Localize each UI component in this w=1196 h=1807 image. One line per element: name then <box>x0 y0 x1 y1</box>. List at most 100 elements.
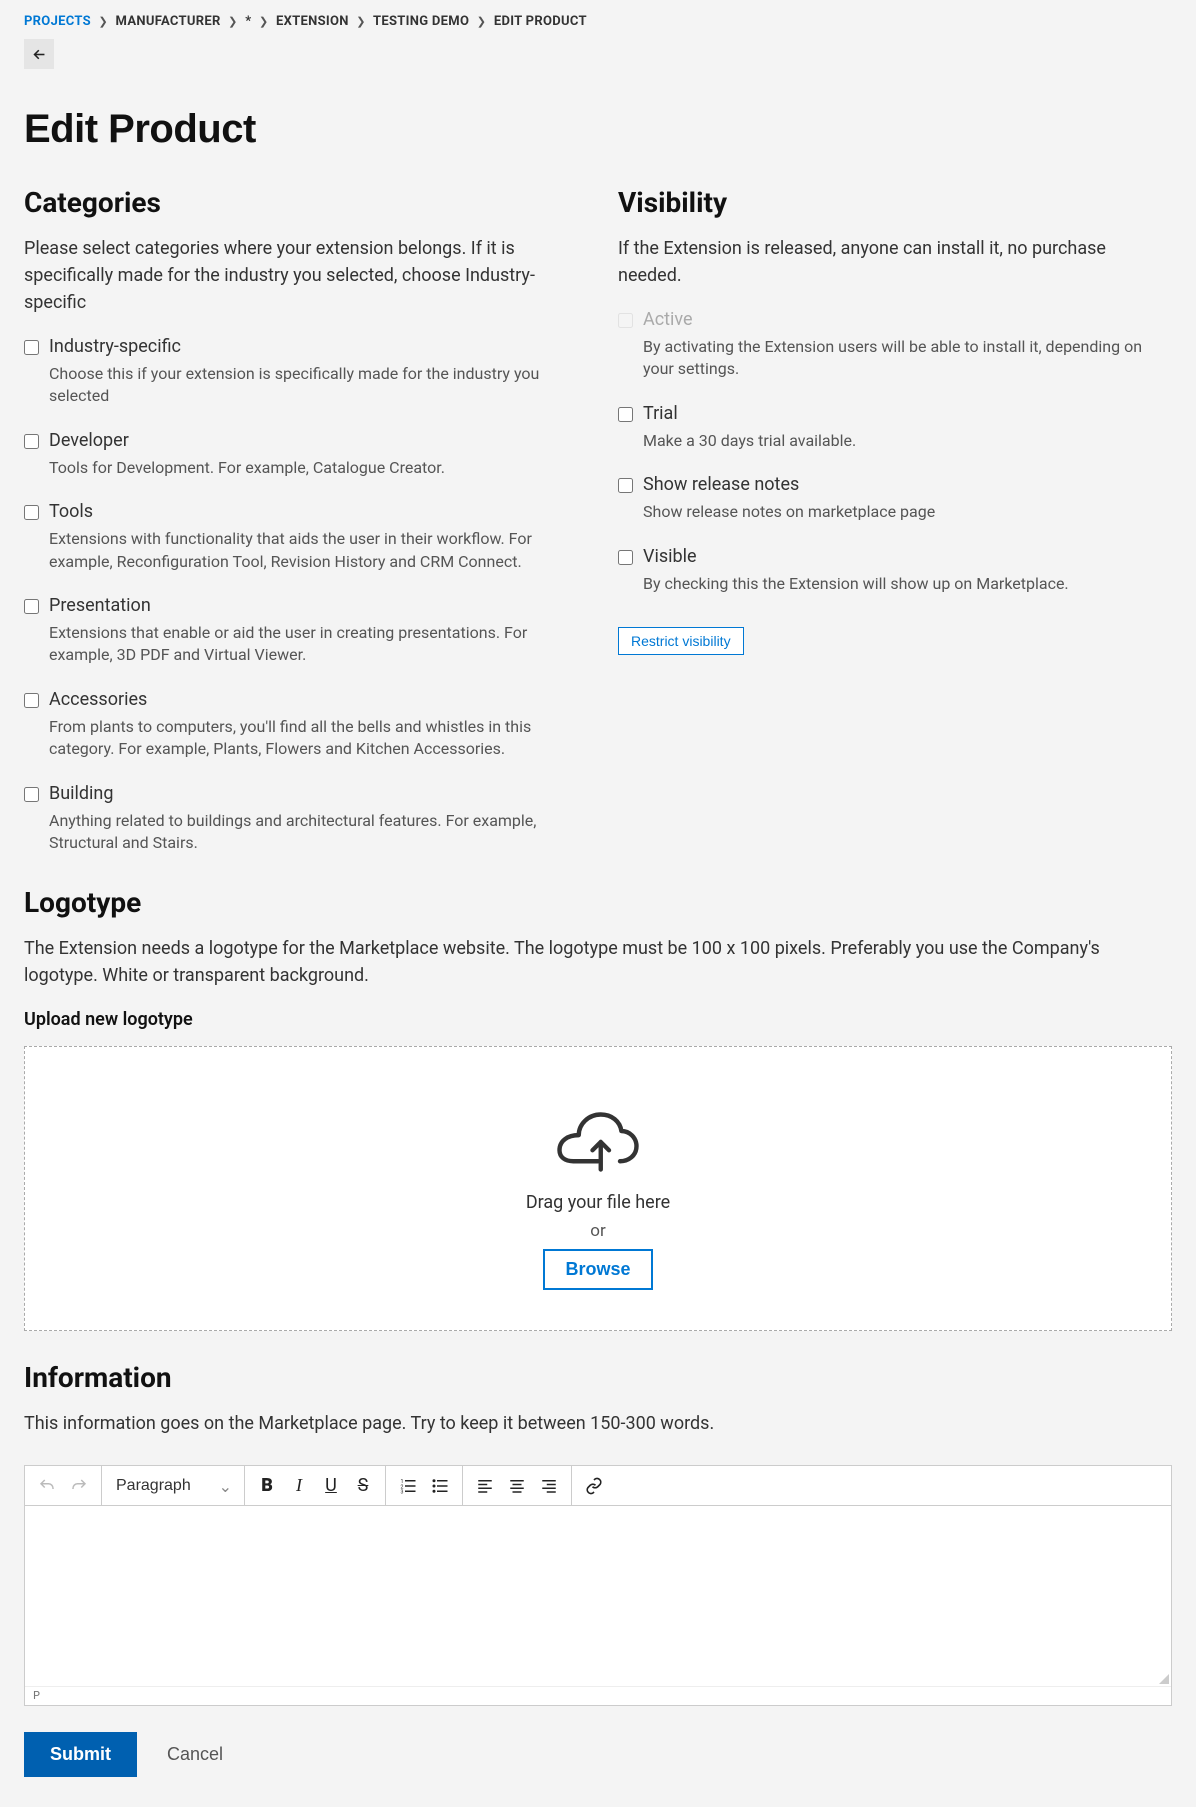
category-label: Accessories <box>49 689 578 710</box>
category-checkbox[interactable] <box>24 434 39 449</box>
visibility-item: Trial Make a 30 days trial available. <box>618 403 1172 452</box>
undo-icon <box>38 1477 56 1495</box>
category-label: Industry-specific <box>49 336 578 357</box>
categories-desc: Please select categories where your exte… <box>24 235 578 316</box>
dropzone-or: or <box>25 1221 1171 1241</box>
align-left-button[interactable] <box>469 1470 501 1502</box>
arrow-left-icon <box>31 46 48 63</box>
category-sub: Tools for Development. For example, Cata… <box>49 457 445 479</box>
rich-text-editor: Paragraph B I U S 123 <box>24 1465 1172 1706</box>
category-item: Presentation Extensions that enable or ai… <box>24 595 578 667</box>
strikethrough-button[interactable]: S <box>347 1470 379 1502</box>
visibility-label: Show release notes <box>643 474 935 495</box>
link-button[interactable] <box>578 1470 610 1502</box>
chevron-right-icon: ❯ <box>477 15 487 28</box>
undo-button[interactable] <box>31 1470 63 1502</box>
italic-button[interactable]: I <box>283 1470 315 1502</box>
restrict-visibility-button[interactable]: Restrict visibility <box>618 627 744 655</box>
category-checkbox[interactable] <box>24 693 39 708</box>
category-sub: Anything related to buildings and archit… <box>49 810 578 855</box>
breadcrumb: PROJECTS ❯ MANUFACTURER ❯ * ❯ EXTENSION … <box>24 14 1172 29</box>
cancel-button[interactable]: Cancel <box>167 1744 223 1765</box>
category-item: Accessories From plants to computers, you… <box>24 689 578 761</box>
format-select-wrap[interactable]: Paragraph <box>108 1473 238 1498</box>
redo-button[interactable] <box>63 1470 95 1502</box>
visibility-item: Active By activating the Extension users … <box>618 309 1172 381</box>
information-desc: This information goes on the Marketplace… <box>24 1410 1172 1437</box>
category-label: Tools <box>49 501 578 522</box>
category-label: Building <box>49 783 578 804</box>
breadcrumb-projects[interactable]: PROJECTS <box>24 14 91 29</box>
editor-status-path: P <box>25 1686 1171 1705</box>
category-sub: Extensions that enable or aid the user i… <box>49 622 578 667</box>
category-item: Tools Extensions with functionality that … <box>24 501 578 573</box>
align-center-button[interactable] <box>501 1470 533 1502</box>
link-icon <box>585 1477 603 1495</box>
breadcrumb-testing-demo[interactable]: TESTING DEMO <box>373 14 469 29</box>
underline-button[interactable]: U <box>315 1470 347 1502</box>
upload-logotype-title: Upload new logotype <box>24 1009 1172 1030</box>
chevron-right-icon: ❯ <box>259 15 269 28</box>
logotype-desc: The Extension needs a logotype for the M… <box>24 935 1172 989</box>
visibility-title: Visibility <box>618 186 1172 219</box>
format-select[interactable]: Paragraph <box>108 1473 218 1498</box>
category-checkbox[interactable] <box>24 787 39 802</box>
back-button[interactable] <box>24 39 54 69</box>
visibility-checkbox[interactable] <box>618 407 633 422</box>
align-right-icon <box>540 1477 558 1495</box>
category-sub: From plants to computers, you'll find al… <box>49 716 578 761</box>
visibility-checkbox <box>618 313 633 328</box>
ordered-list-button[interactable]: 123 <box>392 1470 424 1502</box>
dropzone-text: Drag your file here <box>25 1192 1171 1213</box>
visibility-desc: If the Extension is released, anyone can… <box>618 235 1172 289</box>
breadcrumb-star[interactable]: * <box>245 14 251 29</box>
visibility-checkbox[interactable] <box>618 550 633 565</box>
category-item: Industry-specific Choose this if your ext… <box>24 336 578 408</box>
unordered-list-icon <box>431 1477 449 1495</box>
browse-button[interactable]: Browse <box>543 1249 652 1290</box>
resize-handle[interactable] <box>1157 1672 1169 1684</box>
svg-text:3: 3 <box>401 1489 404 1495</box>
align-center-icon <box>508 1477 526 1495</box>
chevron-right-icon: ❯ <box>356 15 366 28</box>
category-sub: Choose this if your extension is specifi… <box>49 363 578 408</box>
logotype-dropzone[interactable]: Drag your file here or Browse <box>24 1046 1172 1331</box>
visibility-label: Active <box>643 309 1172 330</box>
editor-body[interactable] <box>25 1506 1171 1686</box>
breadcrumb-manufacturer[interactable]: MANUFACTURER <box>116 14 221 29</box>
chevron-right-icon: ❯ <box>228 15 238 28</box>
submit-button[interactable]: Submit <box>24 1732 137 1777</box>
editor-toolbar: Paragraph B I U S 123 <box>25 1466 1171 1506</box>
categories-section: Categories Please select categories wher… <box>24 186 578 876</box>
ordered-list-icon: 123 <box>399 1477 417 1495</box>
category-checkbox[interactable] <box>24 599 39 614</box>
category-item: Building Anything related to buildings an… <box>24 783 578 855</box>
align-right-button[interactable] <box>533 1470 565 1502</box>
information-title: Information <box>24 1361 1172 1394</box>
category-item: Developer Tools for Development. For exam… <box>24 430 578 479</box>
align-left-icon <box>476 1477 494 1495</box>
visibility-sub: Make a 30 days trial available. <box>643 430 856 452</box>
categories-title: Categories <box>24 186 578 219</box>
visibility-sub: By checking this the Extension will show… <box>643 573 1069 595</box>
category-sub: Extensions with functionality that aids … <box>49 528 578 573</box>
visibility-sub: Show release notes on marketplace page <box>643 501 935 523</box>
visibility-sub: By activating the Extension users will b… <box>643 336 1172 381</box>
bold-button[interactable]: B <box>251 1470 283 1502</box>
category-label: Developer <box>49 430 445 451</box>
breadcrumb-extension[interactable]: EXTENSION <box>276 14 349 29</box>
unordered-list-button[interactable] <box>424 1470 456 1502</box>
chevron-right-icon: ❯ <box>98 15 108 28</box>
visibility-label: Trial <box>643 403 856 424</box>
visibility-label: Visible <box>643 546 1069 567</box>
redo-icon <box>70 1477 88 1495</box>
category-label: Presentation <box>49 595 578 616</box>
logotype-title: Logotype <box>24 886 1172 919</box>
visibility-section: Visibility If the Extension is released,… <box>618 186 1172 876</box>
page-title: Edit Product <box>24 107 1172 152</box>
breadcrumb-edit-product: EDIT PRODUCT <box>494 14 587 29</box>
visibility-checkbox[interactable] <box>618 478 633 493</box>
visibility-item: Visible By checking this the Extension wi… <box>618 546 1172 595</box>
category-checkbox[interactable] <box>24 340 39 355</box>
category-checkbox[interactable] <box>24 505 39 520</box>
